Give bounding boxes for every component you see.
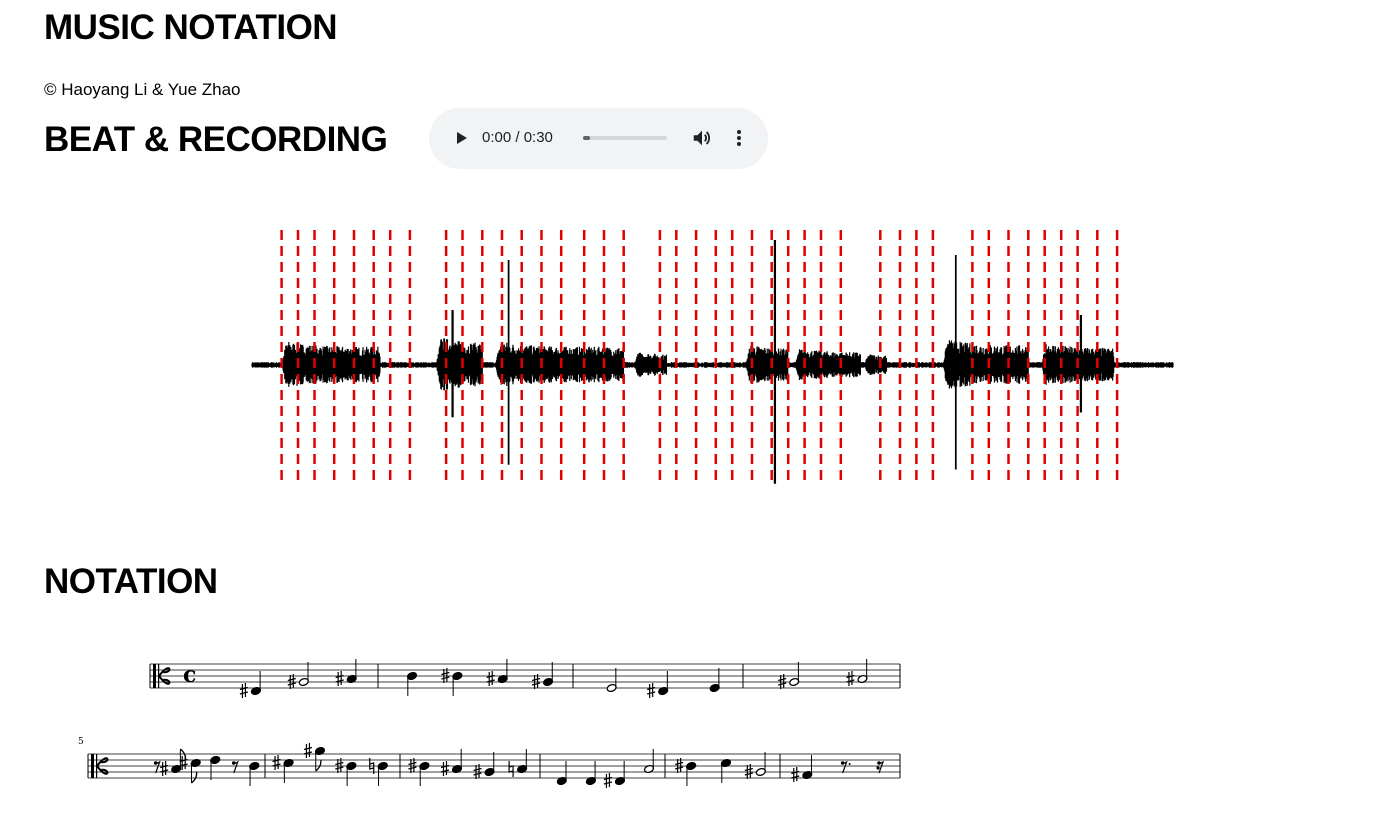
sharp-icon (603, 773, 613, 788)
natural-icon (508, 761, 514, 777)
note-flag (315, 759, 322, 772)
sharp-icon (272, 755, 281, 770)
alto-clef-icon (91, 754, 94, 778)
waveform-beat-plot (251, 230, 1174, 484)
note-flag (191, 771, 198, 784)
rest-icon (842, 760, 848, 774)
audio-time-display: 0:00 / 0:30 (482, 129, 553, 146)
sharp-icon (486, 671, 495, 686)
music-score: c5 (78, 659, 901, 788)
beat-recording-heading: BEAT & RECORDING (44, 120, 388, 159)
page-title: MUSIC NOTATION (44, 8, 338, 47)
audio-progress-fill (583, 136, 590, 140)
sharp-icon (440, 761, 450, 776)
sharp-icon (160, 761, 169, 776)
rest-icon (233, 760, 239, 774)
play-icon[interactable] (451, 128, 471, 148)
rest-icon (155, 760, 161, 774)
sharp-icon (647, 683, 656, 698)
rest-icon (878, 760, 885, 774)
audio-player[interactable]: 0:00 / 0:30 (429, 108, 768, 169)
measure-number: 5 (78, 737, 84, 747)
sharp-icon (846, 671, 855, 686)
audio-progress-slider[interactable] (583, 136, 667, 140)
sharp-icon (303, 743, 313, 758)
rest-icon (876, 766, 880, 770)
more-options-icon[interactable] (729, 127, 749, 149)
sharp-icon (335, 671, 344, 686)
sharp-icon (791, 767, 800, 782)
alto-clef-icon (153, 664, 156, 688)
rest-dot (848, 763, 851, 765)
volume-icon[interactable] (691, 127, 713, 149)
credit-line: © Haoyang Li & Yue Zhao (44, 80, 241, 99)
page: MUSIC NOTATION © Haoyang Li & Yue Zhao B… (0, 0, 1386, 824)
notation-heading: NOTATION (44, 562, 218, 601)
sharp-icon (239, 683, 249, 698)
time-signature: c (183, 662, 196, 688)
